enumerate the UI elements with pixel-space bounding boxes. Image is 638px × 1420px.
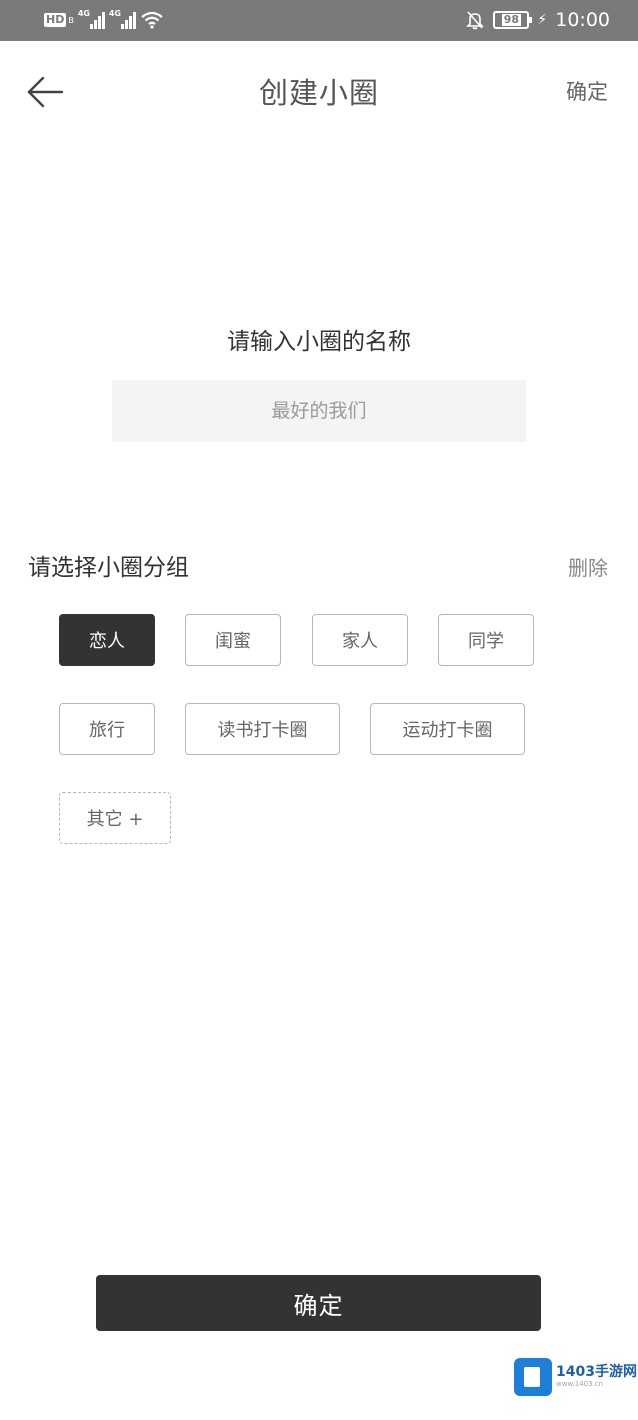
wifi-icon bbox=[141, 11, 163, 29]
signal-2-network-label: 4G bbox=[108, 9, 121, 18]
signal-icon-2: 4G bbox=[108, 9, 136, 29]
status-bar: HD B 4G 4G 98 ⚡ 10:00 bbox=[0, 0, 638, 41]
group-tag-sport-checkin[interactable]: 运动打卡圈 bbox=[370, 703, 525, 755]
watermark-text: 1403手游网 www.1403.cn bbox=[556, 1365, 637, 1388]
group-tag-besties[interactable]: 闺蜜 bbox=[185, 614, 281, 666]
group-section-title: 请选择小圈分组 bbox=[28, 555, 189, 581]
watermark: 1403手游网 www.1403.cn bbox=[514, 1358, 637, 1396]
group-tag-other-add[interactable]: 其它 + bbox=[59, 792, 171, 844]
status-right: 98 ⚡ 10:00 bbox=[465, 8, 610, 32]
group-tag-family[interactable]: 家人 bbox=[312, 614, 408, 666]
hd-voice-icon: HD bbox=[44, 13, 67, 27]
header-confirm-button[interactable]: 确定 bbox=[566, 76, 608, 106]
group-tag-reading-checkin[interactable]: 读书打卡圈 bbox=[185, 703, 340, 755]
page-title: 创建小圈 bbox=[258, 76, 379, 110]
group-tag-travel[interactable]: 旅行 bbox=[59, 703, 155, 755]
group-tag-classmates[interactable]: 同学 bbox=[438, 614, 534, 666]
group-tag-lovers[interactable]: 恋人 bbox=[59, 614, 155, 666]
watermark-main: 1403手游网 bbox=[556, 1364, 637, 1381]
signal-1-network-label: 4G bbox=[77, 9, 90, 18]
charging-icon: ⚡ bbox=[537, 12, 548, 28]
circle-name-input[interactable] bbox=[112, 380, 526, 442]
battery-level: 98 bbox=[501, 13, 522, 26]
watermark-logo-icon bbox=[514, 1358, 552, 1396]
status-time: 10:00 bbox=[555, 9, 610, 31]
signal-icon-1: 4G bbox=[77, 9, 105, 29]
bottom-confirm-button[interactable]: 确定 bbox=[96, 1275, 541, 1331]
circle-name-prompt: 请输入小圈的名称 bbox=[227, 329, 411, 355]
hd-sub-label: B bbox=[68, 15, 74, 25]
watermark-sub: www.1403.cn bbox=[556, 1379, 604, 1388]
battery-icon: 98 bbox=[493, 11, 533, 29]
delete-group-button[interactable]: 删除 bbox=[568, 552, 608, 581]
status-left: HD B 4G 4G bbox=[44, 8, 164, 32]
mute-notification-icon bbox=[466, 11, 485, 30]
